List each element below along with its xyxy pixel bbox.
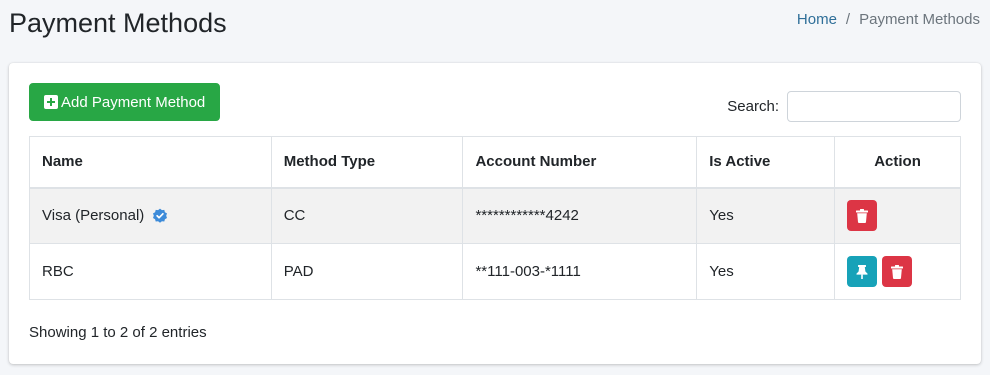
set-default-button[interactable] [847,256,878,287]
search-group: Search: [727,91,961,122]
cell-name: Visa (Personal) [29,187,272,244]
page-title: Payment Methods [9,8,227,38]
plus-square-icon [44,95,58,109]
breadcrumb: Home / Payment Methods [797,10,980,30]
table-header-row: Name Method Type Account Number Is Activ… [29,136,961,189]
cell-is-active: Yes [696,243,836,300]
delete-button[interactable] [847,200,878,232]
cell-method-type: PAD [270,243,464,300]
breadcrumb-home-link[interactable]: Home [797,10,837,30]
table-row: Visa (Personal) CC ************4242 Yes [29,187,961,244]
add-payment-method-label: Add Payment Method [61,93,206,111]
trash-icon [891,264,904,279]
payment-method-name: Visa (Personal) [42,207,145,225]
breadcrumb-current: Payment Methods [859,11,980,28]
column-header-is-active[interactable]: Is Active [696,136,836,189]
cell-method-type: CC [270,187,464,244]
column-header-action: Action [834,136,961,189]
cell-action [834,187,961,244]
cell-action [834,243,961,300]
cell-is-active: Yes [696,187,836,244]
table-row: RBC PAD **111-003-*1111 Yes [29,243,961,300]
column-header-name[interactable]: Name [29,136,272,189]
cell-account-number: ************4242 [462,187,698,244]
payment-methods-table: Name Method Type Account Number Is Activ… [29,136,961,300]
trash-icon [856,208,869,223]
payment-methods-card: Add Payment Method Search: Name Method T… [9,63,981,364]
cell-name: RBC [29,243,272,300]
search-label: Search: [727,98,779,115]
add-payment-method-button[interactable]: Add Payment Method [29,83,220,121]
table-info: Showing 1 to 2 of 2 entries [29,324,207,341]
payment-method-name: RBC [42,263,74,280]
check-badge-icon [153,208,168,223]
column-header-account-number[interactable]: Account Number [462,136,698,189]
cell-account-number: **111-003-*1111 [462,243,698,300]
column-header-method-type[interactable]: Method Type [270,136,464,189]
thumbtack-icon [856,264,868,279]
search-input[interactable] [787,91,961,122]
breadcrumb-separator: / [845,11,851,28]
delete-button[interactable] [882,256,913,287]
